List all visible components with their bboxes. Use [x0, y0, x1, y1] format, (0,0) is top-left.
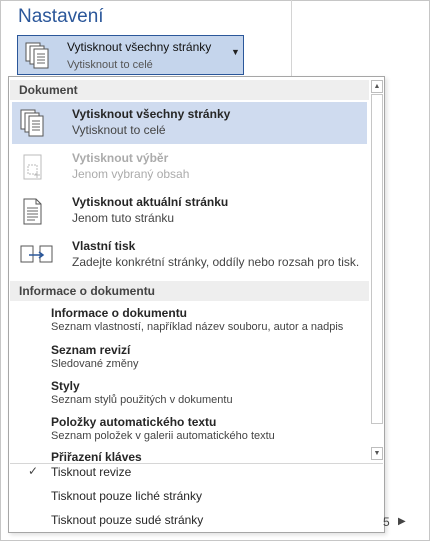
- option-label: Tisknout pouze sudé stránky: [51, 513, 204, 527]
- menu-section-header: Informace o dokumentu: [10, 281, 369, 301]
- page-number: 5: [383, 515, 390, 529]
- scroll-up-icon[interactable]: ▲: [371, 80, 383, 93]
- scroll-down-icon[interactable]: ▼: [371, 447, 383, 460]
- dropdown-subtitle: Vytisknout to celé: [67, 59, 153, 71]
- menu-item-revision-list[interactable]: Seznam revizí Sledované změny: [51, 343, 369, 372]
- print-range-dropdown[interactable]: Vytisknout všechny stránky Vytisknout to…: [17, 35, 244, 75]
- option-label: Tisknout revize: [51, 465, 132, 479]
- menu-item-title: Položky automatického textu: [51, 415, 217, 429]
- menu-item-title: Informace o dokumentu: [51, 306, 188, 320]
- menu-scrollbar[interactable]: ▲ ▼: [371, 80, 383, 460]
- menu-item-title: Vytisknout aktuální stránku: [72, 195, 229, 209]
- menu-item-desc: Seznam vlastností, například název soubo…: [51, 321, 344, 333]
- option-print-revisions[interactable]: ✓ Tisknout revize: [10, 461, 383, 483]
- menu-item-title: Vlastní tisk: [72, 239, 136, 253]
- page-icon: [20, 197, 46, 227]
- menu-item-print-current-page[interactable]: Vytisknout aktuální stránku Jenom tuto s…: [12, 190, 367, 232]
- pages-icon: [20, 109, 46, 139]
- selection-icon: [20, 153, 46, 183]
- menu-item-title: Styly: [51, 379, 80, 393]
- menu-item-key-assignments[interactable]: Přiřazení kláves: [51, 444, 369, 461]
- custom-range-icon: [20, 241, 53, 271]
- next-page-icon[interactable]: ▶: [398, 516, 406, 527]
- menu-item-title: Seznam revizí: [51, 343, 131, 357]
- menu-item-title: Vytisknout všechny stránky: [72, 107, 231, 121]
- menu-item-print-all[interactable]: Vytisknout všechny stránky Vytisknout to…: [12, 102, 367, 144]
- menu-item-desc: Jenom vybraný obsah: [72, 167, 190, 181]
- section-title: Nastavení: [18, 6, 104, 27]
- menu-item-desc: Jenom tuto stránku: [72, 211, 175, 225]
- menu-section-header: Dokument: [10, 80, 369, 100]
- menu-item-desc: Vytisknout to celé: [72, 123, 166, 137]
- chevron-down-icon[interactable]: ▼: [231, 47, 240, 57]
- menu-item-custom-print[interactable]: Vlastní tisk Zadejte konkrétní stránky, …: [12, 234, 367, 276]
- menu-item-print-selection[interactable]: Vytisknout výběr Jenom vybraný obsah: [12, 146, 367, 188]
- print-range-menu: Dokument Vytisknout všechny stránky Vyti…: [8, 76, 385, 533]
- menu-item-title: Vytisknout výběr: [72, 151, 169, 165]
- dropdown-title: Vytisknout všechny stránky: [67, 40, 212, 54]
- menu-item-desc: Seznam stylů použitých v dokumentu: [51, 394, 233, 406]
- menu-item-styles[interactable]: Styly Seznam stylů použitých v dokumentu: [51, 379, 369, 408]
- checkmark-icon: ✓: [28, 464, 39, 478]
- menu-item-title: Přiřazení kláves: [51, 450, 142, 461]
- pages-icon: [25, 42, 51, 70]
- menu-item-desc: Sledované změny: [51, 358, 139, 370]
- menu-item-autotext[interactable]: Položky automatického textu Seznam polož…: [51, 415, 369, 444]
- menu-item-desc: Seznam položek v galerii automatického t…: [51, 430, 275, 442]
- menu-item-document-info[interactable]: Informace o dokumentu Seznam vlastností,…: [51, 306, 369, 335]
- menu-item-desc: Zadejte konkrétní stránky, oddíly nebo r…: [72, 255, 360, 269]
- option-print-even-pages[interactable]: Tisknout pouze sudé stránky: [10, 509, 383, 531]
- panel-divider: [291, 0, 292, 80]
- option-label: Tisknout pouze liché stránky: [51, 489, 202, 503]
- option-print-odd-pages[interactable]: Tisknout pouze liché stránky: [10, 485, 383, 507]
- scrollbar-thumb[interactable]: [371, 94, 383, 424]
